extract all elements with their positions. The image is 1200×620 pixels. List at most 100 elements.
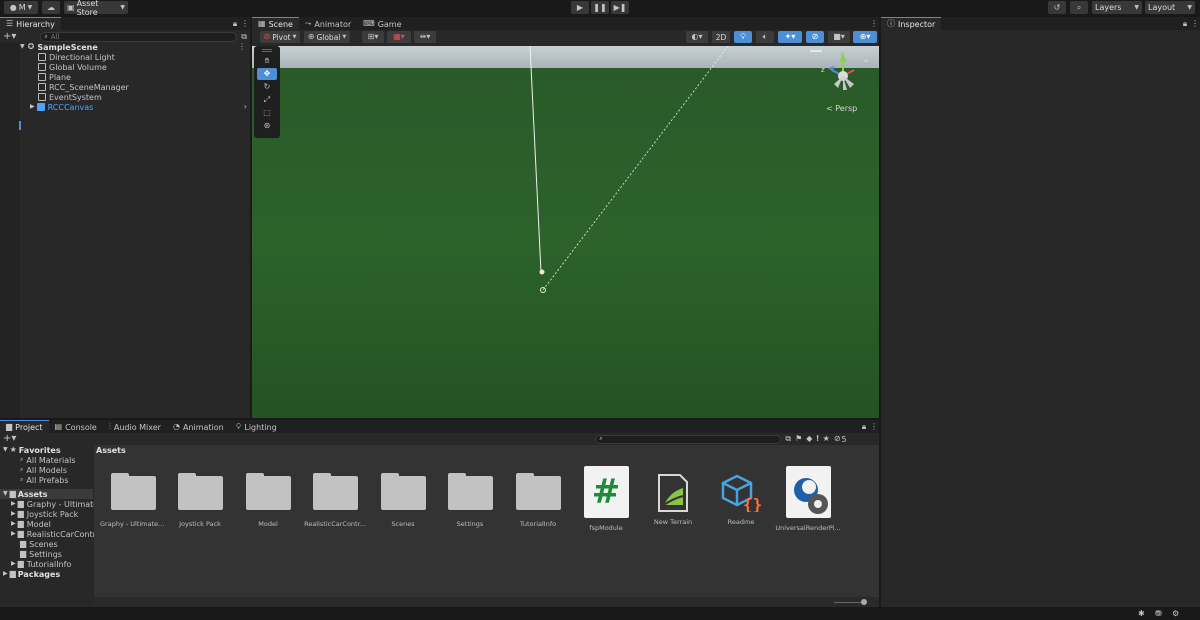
palette-drag-handle[interactable] xyxy=(262,49,272,52)
expand-arrow-icon[interactable]: ▼ xyxy=(20,44,25,50)
search-button[interactable]: ⌕ xyxy=(1070,1,1088,14)
hidden-objects-toggle[interactable]: ⊘ xyxy=(806,31,824,43)
filter-type-icon[interactable]: ⧉ xyxy=(785,435,791,443)
add-icon[interactable]: +▾ xyxy=(3,31,16,42)
hand-tool-button[interactable]: ✋︎ xyxy=(257,55,277,67)
asset-item-terrain[interactable]: New Terrain xyxy=(640,466,706,526)
lighting-toggle[interactable]: 💡︎ xyxy=(734,31,752,43)
asset-item-folder[interactable]: Settings xyxy=(437,466,503,528)
hierarchy-item[interactable]: RCC_SceneManager xyxy=(20,82,250,92)
cloud-button[interactable]: ☁ xyxy=(42,1,60,14)
expand-arrow-icon[interactable]: ▼ xyxy=(3,447,8,453)
lock-icon[interactable]: 🔒︎ xyxy=(1180,17,1190,30)
hierarchy-item-prefab[interactable]: ▶ RCCCanvas › xyxy=(20,102,250,112)
asset-item-folder[interactable]: TutorialInfo xyxy=(505,466,571,528)
tab-console[interactable]: ▤ Console xyxy=(49,420,103,433)
asset-item-folder[interactable]: Scenes xyxy=(370,466,436,528)
lock-icon[interactable]: 🔒︎ xyxy=(859,420,869,433)
scene-visibility-icon[interactable]: ⧉ xyxy=(241,32,247,41)
bug-icon[interactable]: ✱ xyxy=(1138,610,1145,618)
progress-icon[interactable]: ⚙ xyxy=(1172,610,1179,618)
tab-hierarchy[interactable]: ☰ Hierarchy xyxy=(0,17,61,30)
asset-item-pipeline[interactable]: UniversalRenderPi... xyxy=(775,466,841,532)
account-dropdown[interactable]: ● M ▼ xyxy=(4,1,38,14)
filter-label-icon[interactable]: ⚑ xyxy=(795,435,802,443)
2d-toggle[interactable]: 2D xyxy=(712,31,730,43)
rect-tool-button[interactable]: ⬚ xyxy=(257,107,277,119)
hierarchy-search-input[interactable]: ⌕ All xyxy=(40,31,238,42)
expand-arrow-icon[interactable]: ▼ xyxy=(3,491,8,497)
asset-folder-row[interactable]: ▶ ▆ RealisticCarContr xyxy=(0,529,96,539)
scene-viewport[interactable]: y z 🔒︎ < Persp xyxy=(252,46,879,418)
hidden-packages-toggle[interactable]: ⊘ 5 xyxy=(834,435,847,444)
asset-item-folder[interactable]: Graphy - Ultimate ... xyxy=(100,466,166,528)
kebab-menu-icon[interactable]: ⋮ xyxy=(869,17,879,30)
layout-dropdown[interactable]: Layout ▼ xyxy=(1145,1,1195,14)
lock-icon[interactable]: 🔒︎ xyxy=(230,17,240,30)
asset-folder-row[interactable]: ▆ Settings xyxy=(0,549,93,559)
asset-item-readme[interactable]: {} Readme xyxy=(708,466,774,526)
scale-tool-button[interactable]: ⤢ xyxy=(257,94,277,106)
draw-mode-button[interactable]: ◐▾ xyxy=(686,31,708,43)
kebab-menu-icon[interactable]: ⋮ xyxy=(238,43,246,51)
favorites-row[interactable]: ▼ ★ Favorites xyxy=(0,445,93,455)
favorite-item[interactable]: ⌕ All Materials xyxy=(0,455,93,465)
kebab-menu-icon[interactable]: ⋮ xyxy=(869,420,879,433)
favorite-item[interactable]: ⌕ All Models xyxy=(0,465,93,475)
tab-audio-mixer[interactable]: ⫶ Audio Mixer xyxy=(103,420,167,433)
light-gizmo[interactable] xyxy=(539,269,545,275)
grid-visibility-button[interactable]: ▦▾ xyxy=(387,31,411,43)
asset-store-dropdown[interactable]: ▣ Asset Store ▼ xyxy=(64,0,128,17)
hierarchy-item[interactable]: Global Volume xyxy=(20,62,250,72)
grid-snap-button[interactable]: ⊞▾ xyxy=(362,31,384,43)
asset-item-folder[interactable]: RealisticCarContr... xyxy=(302,466,368,528)
effects-toggle[interactable]: ✦▾ xyxy=(778,31,802,43)
favorite-item[interactable]: ⌕ All Prefabs xyxy=(0,475,93,485)
hierarchy-item[interactable]: Directional Light xyxy=(20,52,250,62)
audio-toggle[interactable]: 🔈︎ xyxy=(756,31,774,43)
search-mode-icon[interactable]: ❗︎ xyxy=(816,435,818,443)
asset-folder-row[interactable]: ▶ ▆ TutorialInfo xyxy=(0,559,93,569)
step-button[interactable]: ▶❚ xyxy=(611,1,629,14)
chevron-right-icon[interactable]: › xyxy=(244,103,247,111)
packages-row[interactable]: ▶ ▆ Packages xyxy=(0,569,93,579)
tab-lighting[interactable]: 💡︎ Lighting xyxy=(230,420,283,433)
gizmos-toggle[interactable]: ⊕▾ xyxy=(853,31,877,43)
asset-item-folder[interactable]: Model xyxy=(235,466,301,528)
asset-folder-row[interactable]: ▆ Scenes xyxy=(0,539,93,549)
tab-project[interactable]: ▆ Project xyxy=(0,420,49,433)
expand-arrow-icon[interactable]: ▶ xyxy=(11,511,16,517)
tag-icon[interactable]: ◆ xyxy=(806,435,812,443)
asset-item-folder[interactable]: Joystick Pack xyxy=(167,466,233,528)
breadcrumb[interactable]: Assets xyxy=(96,446,126,455)
expand-arrow-icon[interactable]: ▶ xyxy=(3,571,8,577)
tab-inspector[interactable]: ⓘ Inspector xyxy=(881,17,942,30)
projection-toggle[interactable]: < Persp xyxy=(826,104,857,113)
expand-arrow-icon[interactable]: ▶ xyxy=(11,521,16,527)
hierarchy-item[interactable]: Plane xyxy=(20,72,250,82)
increment-snap-button[interactable]: ⇹▾ xyxy=(414,31,436,43)
assets-root-row[interactable]: ▼ ▆ Assets xyxy=(0,489,93,499)
zoom-slider-handle[interactable] xyxy=(861,599,867,605)
undo-history-button[interactable]: ↺ xyxy=(1048,1,1066,14)
cache-icon[interactable]: ⛃ xyxy=(1155,610,1162,618)
gizmo-lock-icon[interactable]: 🔒︎ xyxy=(864,56,868,65)
asset-folder-row[interactable]: ▶ ▆ Graphy - Ultimate xyxy=(0,499,98,509)
expand-arrow-icon[interactable]: ▶ xyxy=(11,531,16,537)
tab-scene[interactable]: ▦ Scene xyxy=(252,17,299,30)
pause-button[interactable]: ❚❚ xyxy=(591,1,609,14)
expand-arrow-icon[interactable]: ▶ xyxy=(30,104,35,110)
tab-animator[interactable]: ⤳ Animator xyxy=(299,17,357,30)
kebab-menu-icon[interactable]: ⋮ xyxy=(1190,17,1200,30)
star-icon[interactable]: ★ xyxy=(823,435,830,443)
move-tool-button[interactable]: ✥ xyxy=(257,68,277,80)
scene-row[interactable]: ▼ ✪ SampleScene ⋮ xyxy=(20,42,250,52)
global-dropdown[interactable]: ⊕ Global ▼ xyxy=(304,31,350,43)
expand-arrow-icon[interactable]: ▶ xyxy=(11,561,16,567)
asset-item-script[interactable]: # fspModule xyxy=(573,466,639,532)
kebab-menu-icon[interactable]: ⋮ xyxy=(240,17,250,30)
hierarchy-item[interactable]: EventSystem xyxy=(20,92,250,102)
expand-arrow-icon[interactable]: ▶ xyxy=(11,501,16,507)
tab-game[interactable]: ⌨ Game xyxy=(357,17,407,30)
transform-tool-button[interactable]: ⊛ xyxy=(257,120,277,132)
